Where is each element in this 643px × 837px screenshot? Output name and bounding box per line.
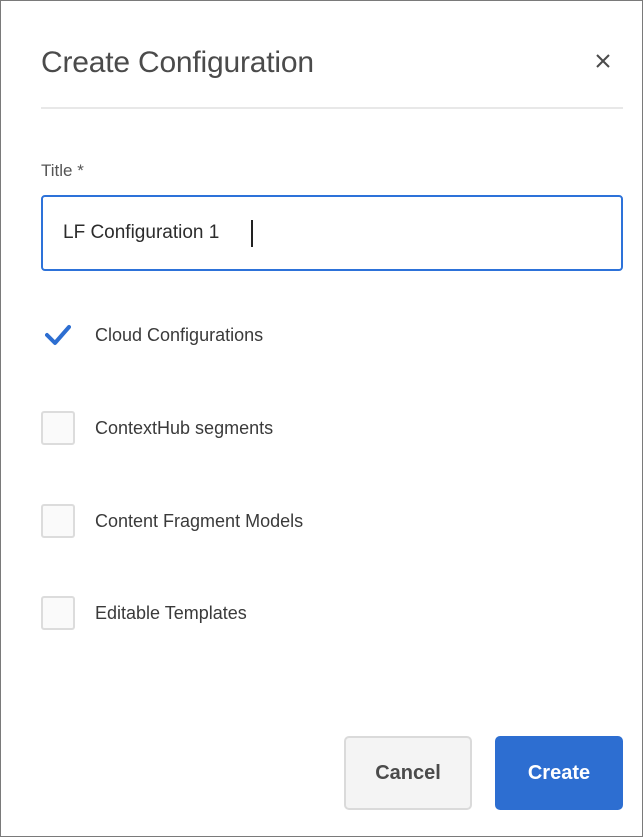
checkmark-icon	[45, 325, 71, 345]
cancel-button[interactable]: Cancel	[344, 736, 472, 810]
header-divider	[41, 107, 623, 109]
close-icon	[596, 54, 610, 68]
checkbox-content-fragment-models[interactable]	[41, 504, 75, 538]
create-configuration-dialog: Create Configuration Title * Cloud Confi…	[0, 0, 643, 837]
checkbox-editable-templates[interactable]	[41, 596, 75, 630]
create-button[interactable]: Create	[495, 736, 623, 810]
close-button[interactable]	[587, 45, 619, 77]
option-content-fragment-models[interactable]: Content Fragment Models	[41, 503, 303, 539]
text-cursor	[251, 220, 253, 247]
option-contexthub-segments[interactable]: ContextHub segments	[41, 410, 273, 446]
option-editable-templates[interactable]: Editable Templates	[41, 595, 247, 631]
title-input[interactable]	[41, 195, 623, 271]
title-field-label: Title *	[41, 161, 84, 180]
checkbox-label: ContextHub segments	[95, 417, 274, 438]
checkbox-label: Content Fragment Models	[95, 510, 304, 531]
checkbox-contexthub-segments[interactable]	[41, 411, 75, 445]
checkbox-cloud-configurations[interactable]	[41, 318, 75, 352]
option-cloud-configurations[interactable]: Cloud Configurations	[41, 317, 263, 353]
checkbox-label: Editable Templates	[95, 602, 247, 623]
dialog-title: Create Configuration	[41, 46, 314, 79]
checkbox-label: Cloud Configurations	[95, 324, 264, 345]
